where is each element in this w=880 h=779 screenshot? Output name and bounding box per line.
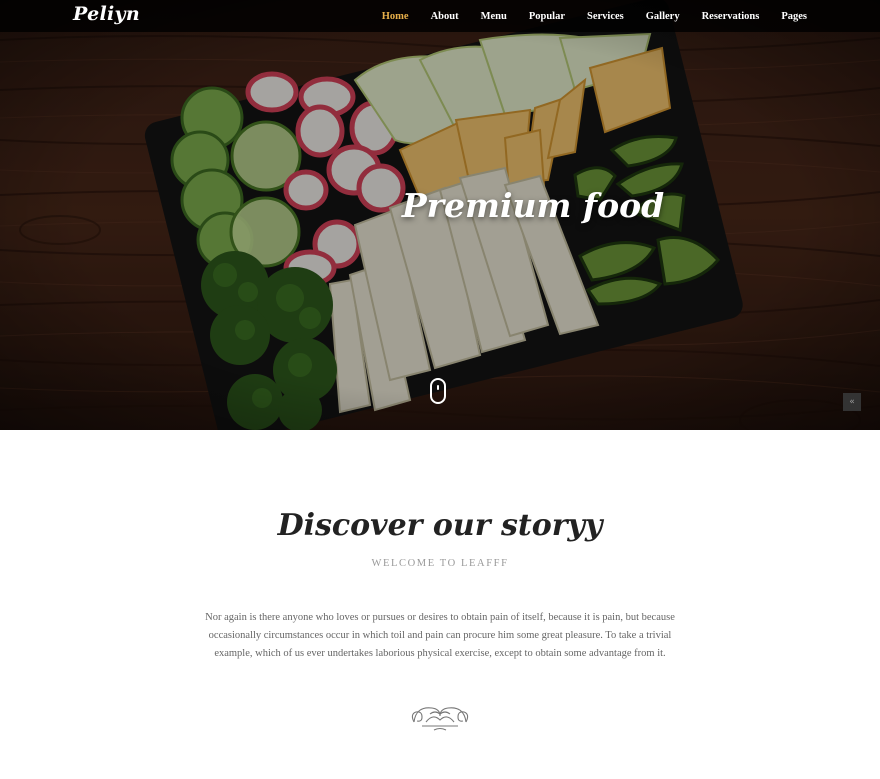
main-nav: Home About Menu Popular Services Gallery… [360, 0, 807, 32]
mouse-scroll-icon[interactable] [430, 378, 446, 404]
hero-section: Peliyn Home About Menu Popular Services … [0, 0, 880, 430]
nav-item-about[interactable]: About [431, 11, 459, 22]
nav-item-gallery[interactable]: Gallery [646, 11, 680, 22]
story-body-text: Nor again is there anyone who loves or p… [205, 612, 675, 659]
story-title: Discover our storyy [277, 508, 603, 543]
nav-item-pages[interactable]: Pages [781, 11, 807, 22]
ornament-divider-icon [411, 707, 469, 731]
nav-item-reservations[interactable]: Reservations [702, 11, 760, 22]
nav-item-menu[interactable]: Menu [481, 11, 507, 22]
navbar: Peliyn Home About Menu Popular Services … [0, 0, 880, 32]
story-section: Discover our storyy WELCOME TO LEAFFF No… [0, 430, 880, 779]
hero-title: Premium food [401, 186, 665, 225]
nav-item-home[interactable]: Home [382, 11, 409, 22]
story-subtitle: WELCOME TO LEAFFF [371, 558, 509, 569]
nav-item-popular[interactable]: Popular [529, 11, 565, 22]
site-logo[interactable]: Peliyn [73, 3, 140, 25]
nav-item-services[interactable]: Services [587, 11, 624, 22]
double-chevron-up-icon[interactable]: « [843, 393, 861, 411]
